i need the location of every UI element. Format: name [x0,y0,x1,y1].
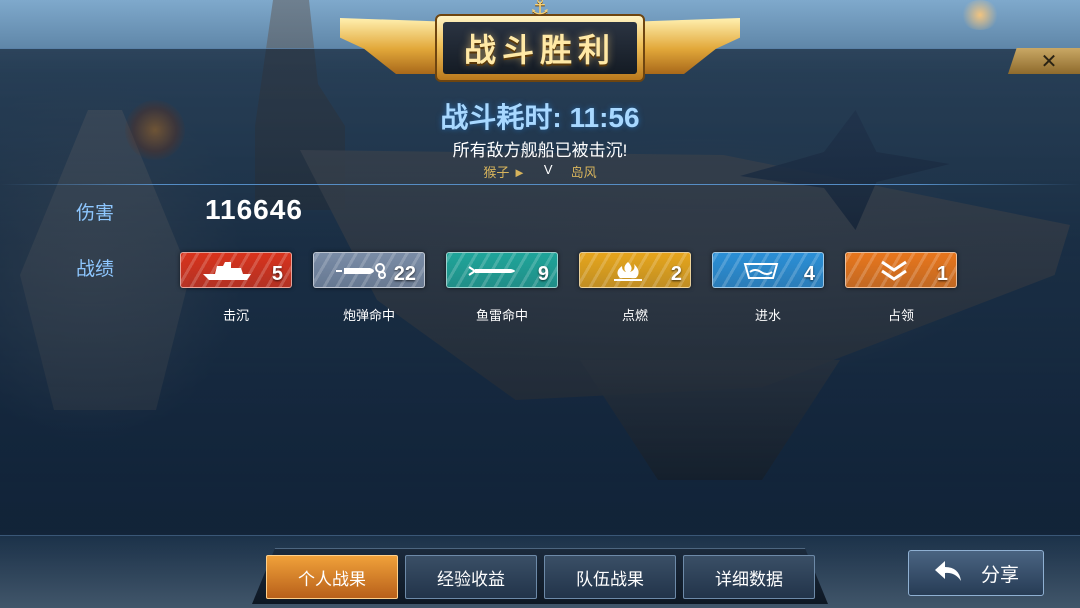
battle-result-message: 所有敌方舰船已被击沉! [452,141,628,160]
stat-label: 点燃 [621,309,648,324]
stat-count: 2 [670,263,682,285]
stat-badge: 9 [446,252,558,288]
stat-badge: 1 [845,252,957,288]
victory-title: 战斗胜利 [463,31,616,69]
stat-ignite[interactable]: 2 点燃 [579,252,691,324]
stat-badge: 5 [180,252,292,288]
stat-label: 炮弹命中 [342,309,395,324]
stat-count: 9 [537,263,549,285]
divider-line [0,184,1080,185]
victory-banner: 战斗胜利 ⚓ [340,0,740,100]
share-button[interactable]: 分享 [908,550,1044,596]
stats-row: 5 击沉 22 炮弹命中 9 鱼雷命中 2 点燃 4 进水 1 占领 [180,252,960,332]
tab-team-results[interactable]: 队伍战果 [544,555,676,599]
battle-duration: 战斗耗时: 11:56 [440,102,640,133]
versus-label: V [543,162,553,177]
fire-icon [598,257,658,285]
share-label: 分享 [980,563,1019,586]
stat-torpedo-hit[interactable]: 9 鱼雷命中 [446,252,558,324]
explosion-effect-distant [960,0,1000,30]
player-right-name: 岛风 [570,165,597,180]
stat-badge: 4 [712,252,824,288]
stat-label: 占领 [887,309,914,324]
stat-count: 5 [271,263,283,285]
stat-count: 1 [936,263,948,285]
ship-icon [199,257,259,285]
stat-sink[interactable]: 5 击沉 [180,252,292,324]
stat-flood[interactable]: 4 进水 [712,252,824,324]
chevron-capture-icon [864,257,924,285]
damage-value: 116646 [205,194,303,225]
stat-capture[interactable]: 1 占领 [845,252,957,324]
shell-icon [332,257,392,285]
matchup: 猴子 ► V 岛风 [0,162,1080,181]
stat-badge: 2 [579,252,691,288]
stat-shell-hit[interactable]: 22 炮弹命中 [313,252,425,324]
water-icon [731,257,791,285]
tab-detailed-data[interactable]: 详细数据 [683,555,815,599]
torpedo-icon [465,257,525,285]
record-label: 战绩 [76,258,115,280]
stat-count: 22 [393,263,416,285]
damage-label: 伤害 [76,202,115,224]
close-icon: ✕ [1040,49,1058,73]
stat-label: 鱼雷命中 [475,309,528,324]
stat-label: 进水 [754,309,781,324]
stat-label: 击沉 [222,309,249,324]
tab-experience-gain[interactable]: 经验收益 [405,555,537,599]
back-arrow-icon [933,559,963,588]
tab-personal-results[interactable]: 个人战果 [266,555,398,599]
stat-badge: 22 [313,252,425,288]
player-left-name: 猴子 ► [483,165,526,180]
stat-count: 4 [803,263,815,285]
anchor-icon: ⚓ [530,0,550,20]
banner-plate: 战斗胜利 [435,14,645,82]
close-button[interactable]: ✕ [1008,48,1080,74]
